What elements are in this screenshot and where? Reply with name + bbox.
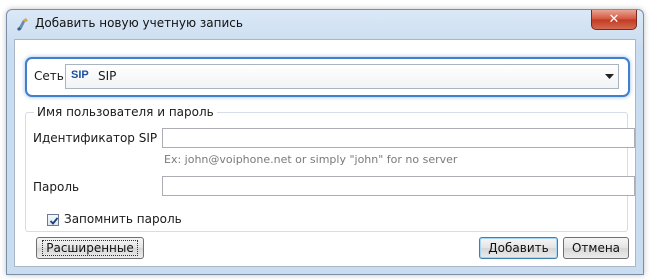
password-input[interactable] bbox=[162, 176, 635, 196]
dialog-content: Сеть SIP SIP Имя пользователя и пароль И… bbox=[14, 39, 636, 267]
credentials-group-label: Имя пользователя и пароль bbox=[34, 105, 217, 119]
title-bar[interactable]: Добавить новую учетную запись ✕ bbox=[7, 10, 643, 38]
app-icon bbox=[17, 18, 28, 31]
network-select[interactable]: SIP SIP bbox=[65, 64, 619, 89]
network-value: SIP bbox=[98, 69, 117, 83]
cancel-button-label: Отмена bbox=[571, 241, 621, 255]
close-button[interactable]: ✕ bbox=[591, 10, 637, 30]
credentials-group: Имя пользователя и пароль Идентификатор … bbox=[25, 105, 635, 232]
advanced-button-label: Расширенные bbox=[42, 240, 138, 256]
checkmark-icon bbox=[49, 217, 59, 225]
sip-id-input[interactable] bbox=[162, 128, 635, 148]
cancel-button[interactable]: Отмена bbox=[563, 237, 629, 259]
add-account-dialog: Добавить новую учетную запись ✕ Сеть SIP… bbox=[6, 9, 644, 275]
network-row: Сеть SIP SIP bbox=[25, 57, 630, 97]
close-icon: ✕ bbox=[608, 12, 620, 27]
add-button[interactable]: Добавить bbox=[479, 237, 558, 259]
remember-password-checkbox[interactable] bbox=[47, 214, 59, 226]
advanced-button[interactable]: Расширенные bbox=[36, 237, 144, 259]
chevron-down-icon[interactable] bbox=[600, 65, 618, 88]
remember-password-label[interactable]: Запомнить пароль bbox=[64, 212, 182, 226]
window-title: Добавить новую учетную запись bbox=[35, 16, 243, 30]
sip-id-hint: Ex: john@voiphone.net or simply "john" f… bbox=[164, 153, 458, 166]
password-label: Пароль bbox=[33, 180, 80, 194]
network-label: Сеть bbox=[34, 69, 64, 83]
add-button-label: Добавить bbox=[488, 241, 549, 255]
sip-logo-icon: SIP bbox=[71, 69, 89, 81]
sip-id-label: Идентификатор SIP bbox=[33, 131, 158, 145]
